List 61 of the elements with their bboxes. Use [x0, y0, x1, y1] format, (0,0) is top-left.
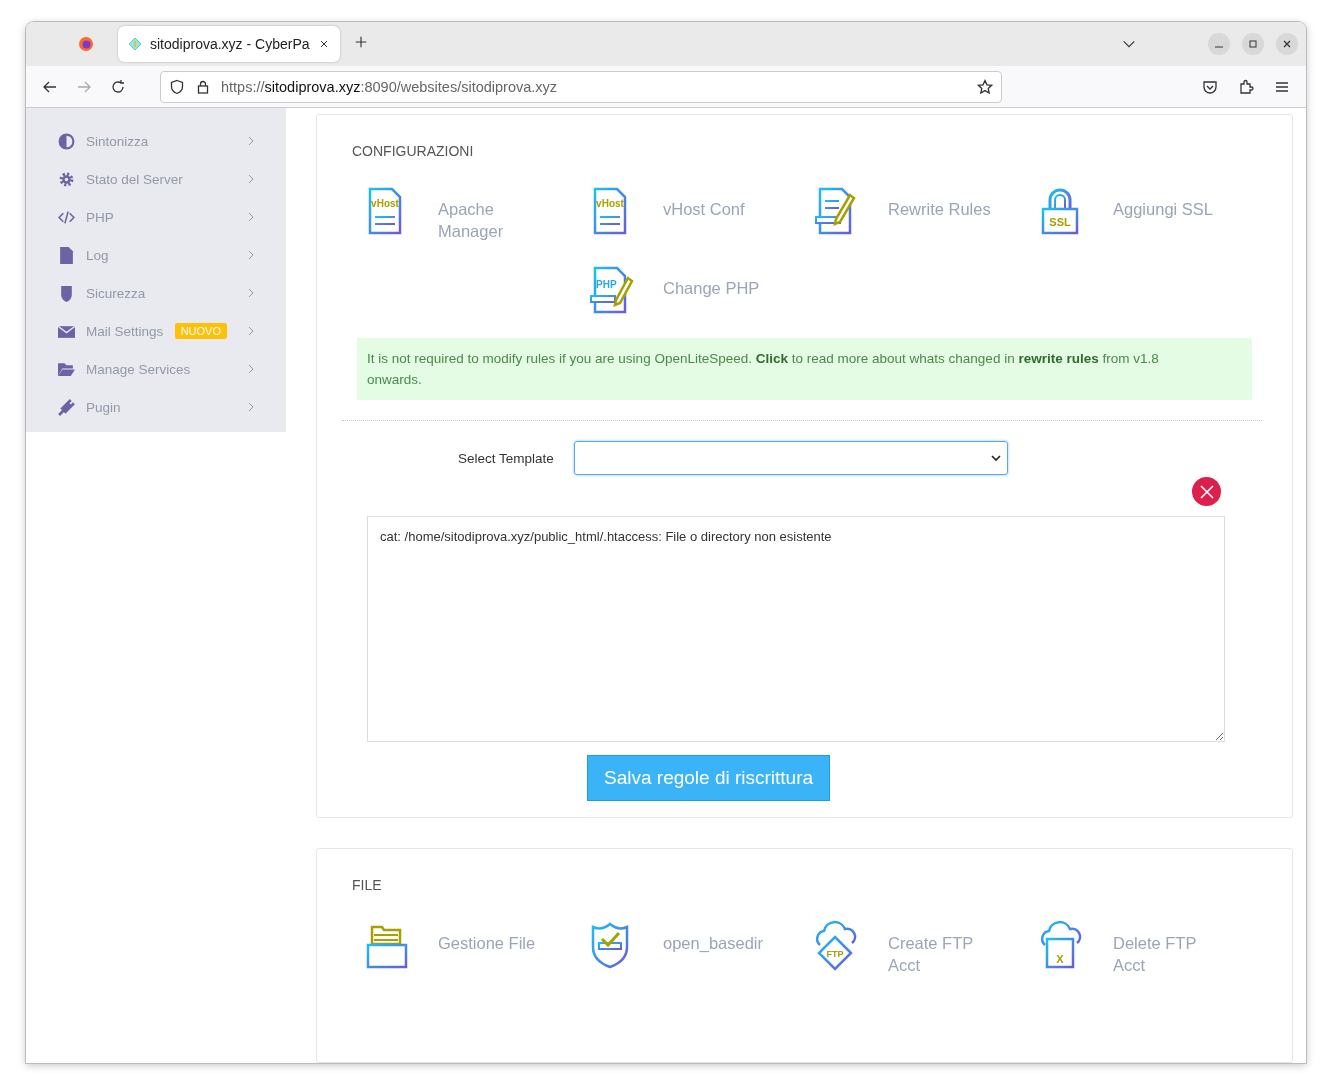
close-window-button[interactable]	[1276, 33, 1298, 55]
minimize-icon	[1215, 46, 1223, 48]
chevron-icon	[248, 174, 254, 184]
section-title: CONFIGURAZIONI	[352, 143, 475, 159]
close-icon	[1282, 39, 1292, 49]
tile-label[interactable]: Create FTP Acct	[888, 932, 999, 976]
new-tab-icon[interactable]	[354, 35, 368, 49]
sidebar-item[interactable]: Mail Settings NUOVO	[26, 312, 286, 350]
chevron-icon	[248, 250, 254, 260]
info-notice: It is not required to modify rules if you are using OpenLiteSpeed. Click to read more about whats changed in rewrite rules from v1.8 onwards.	[357, 338, 1252, 400]
puzzle-icon[interactable]	[1238, 78, 1254, 95]
rules-editor[interactable]: cat: /home/sitodiprova.xyz/public_html/.htaccess: File o directory non esistente	[367, 516, 1225, 742]
sidebar-item[interactable]: PHP	[26, 198, 286, 236]
tile-label[interactable]: open_basedir	[663, 932, 763, 954]
chevron-icon	[248, 402, 254, 412]
template-select[interactable]	[573, 441, 1008, 475]
new-badge: NUOVO	[174, 323, 227, 339]
browser-logo-icon[interactable]	[78, 36, 94, 52]
shield-icon	[58, 284, 75, 302]
maximize-icon	[1248, 39, 1258, 49]
gear-icon	[58, 170, 75, 188]
chevron-icon	[248, 326, 254, 336]
file-icon	[58, 246, 75, 264]
tile-label[interactable]: vHost Conf	[663, 198, 745, 220]
address-bar[interactable]: https://sitodiprova.xyz:8090/websites/sitodiprova.xyz	[160, 70, 1002, 103]
sidebar-item[interactable]: Pugin	[26, 388, 286, 426]
maximize-button[interactable]	[1242, 33, 1264, 55]
save-button[interactable]: Salva regole di riscrittura	[587, 755, 831, 801]
pocket-icon[interactable]	[1202, 78, 1218, 95]
chevron-icon	[248, 364, 254, 374]
reload-icon[interactable]	[110, 78, 126, 95]
sidebar-item[interactable]: Sicurezza	[26, 274, 286, 312]
tile-label[interactable]: Change PHP	[663, 277, 760, 299]
chevron-icon	[248, 136, 254, 146]
sidebar-item[interactable]: Manage Services	[26, 350, 286, 388]
code-icon	[58, 208, 75, 226]
star-icon[interactable]	[977, 78, 993, 95]
tile-label[interactable]: Gestione File	[438, 932, 536, 954]
shield-icon[interactable]	[169, 78, 185, 95]
contrast-icon	[58, 132, 75, 150]
caret-icon	[990, 454, 1001, 462]
chevron-icon	[248, 288, 254, 298]
tile-label[interactable]: Delete FTP Acct	[1113, 932, 1224, 976]
tile-label[interactable]: Apache Manager	[438, 198, 549, 242]
tile-label[interactable]: Rewrite Rules	[888, 198, 991, 220]
folder-icon	[58, 360, 75, 378]
plug-icon	[58, 398, 75, 416]
tile-label[interactable]: Aggiungi SSL	[1113, 198, 1213, 220]
sidebar-item[interactable]: Log	[26, 236, 286, 274]
close-icon	[1199, 484, 1214, 499]
lock-icon[interactable]	[195, 78, 211, 95]
field-label: Select Template	[458, 450, 554, 466]
sidebar-item[interactable]: Stato del Server	[26, 160, 286, 198]
close-button[interactable]	[1192, 477, 1221, 506]
site-icon	[128, 37, 142, 51]
browser-tab[interactable]: sitodiprova.xyz - CyberPa	[118, 26, 340, 62]
chevron-icon	[248, 212, 254, 222]
sidebar-item[interactable]: Sintonizza	[26, 122, 286, 160]
section-title: FILE	[352, 877, 383, 893]
close-icon[interactable]	[318, 38, 330, 50]
minimize-button[interactable]	[1208, 33, 1230, 55]
